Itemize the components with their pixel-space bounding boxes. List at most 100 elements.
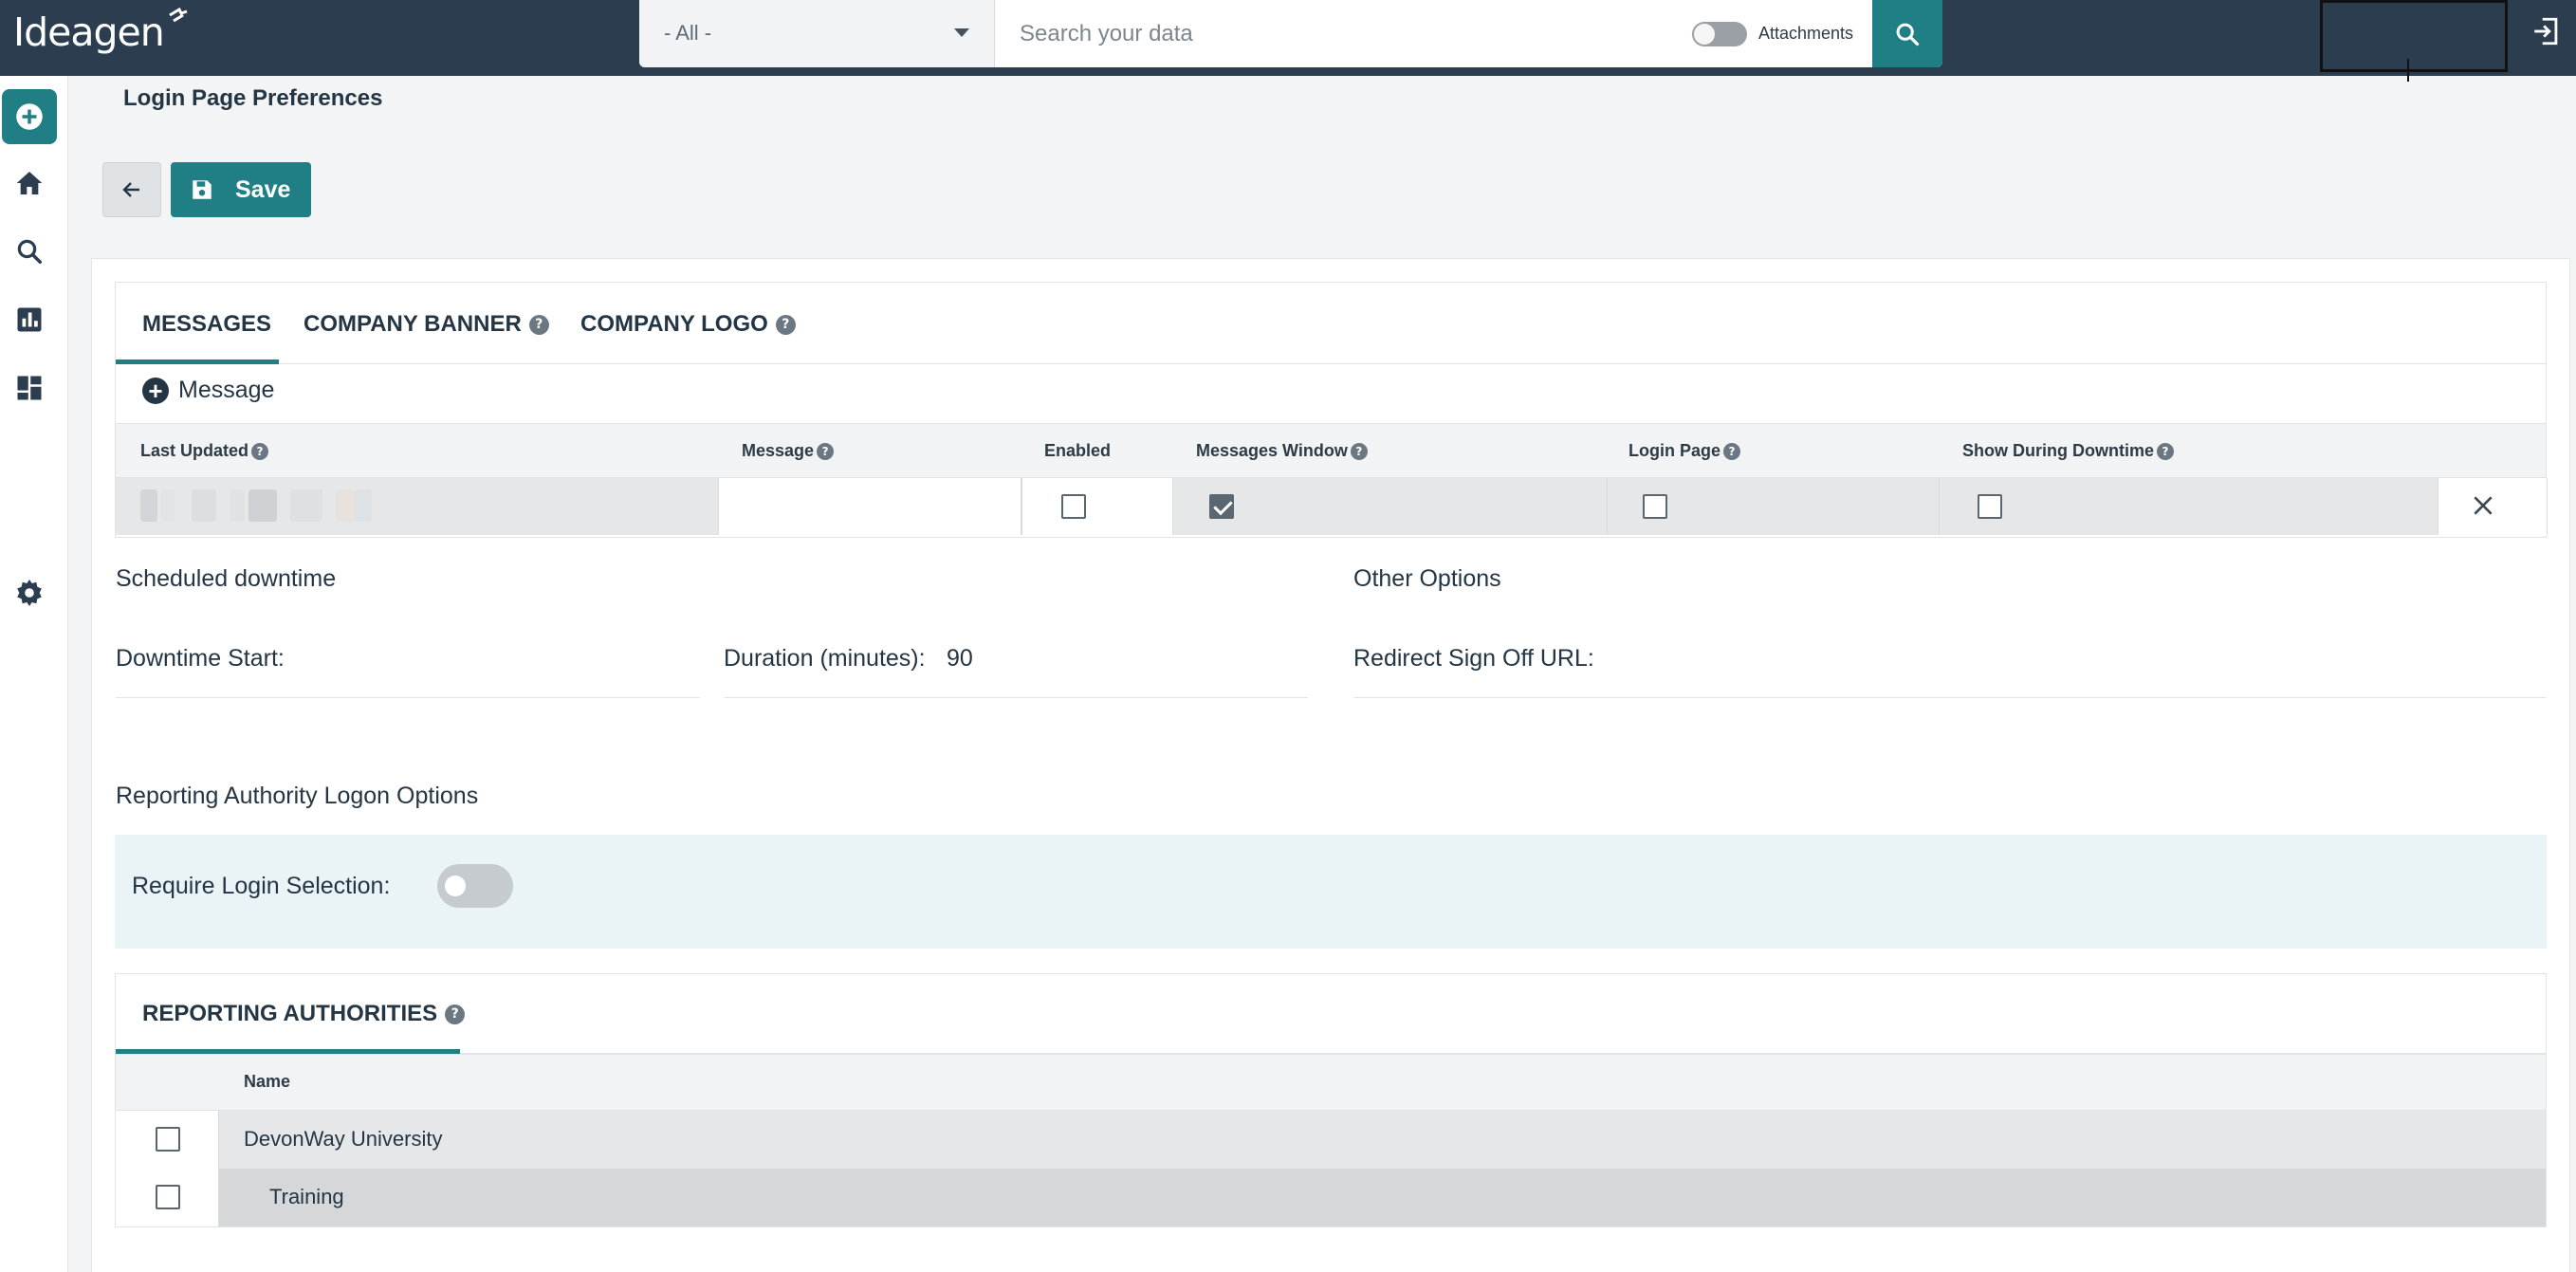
require-login-toggle[interactable] <box>437 864 513 908</box>
gear-icon <box>17 580 42 606</box>
add-message-label: Message <box>178 377 275 403</box>
col-messages-window[interactable]: Messages Window? <box>1196 441 1368 461</box>
show-during-downtime-checkbox[interactable] <box>1978 494 2002 519</box>
field-divider <box>1353 697 2547 698</box>
tab-company-banner[interactable]: COMPANY BANNER ? <box>304 311 549 338</box>
floppy-disk-icon <box>193 180 212 199</box>
attachments-toggle-group: Attachments <box>1692 0 1872 67</box>
duration-field[interactable]: 90 <box>947 645 973 673</box>
duration-label: Duration (minutes): <box>724 645 926 672</box>
col-login-page-label: Login Page <box>1628 441 1721 460</box>
bar-chart-icon <box>17 307 42 332</box>
message-cell[interactable] <box>718 478 1021 535</box>
login-page-checkbox[interactable] <box>1643 494 1667 519</box>
user-menu[interactable] <box>2320 0 2508 72</box>
plus-circle-icon <box>16 103 43 130</box>
require-login-row: Require Login Selection: <box>115 835 2547 949</box>
attachments-toggle[interactable] <box>1692 21 1747 46</box>
authority-name: DevonWay University <box>244 1127 443 1151</box>
reporting-tabs: REPORTING AUTHORITIES ? <box>116 974 2546 1054</box>
back-button[interactable] <box>102 162 161 217</box>
active-tab-indicator <box>116 359 279 364</box>
tab-messages-label: MESSAGES <box>142 311 272 337</box>
dashboard-nav-button[interactable] <box>13 372 46 404</box>
messages-table-header: Last Updated? Message? Enabled Messages … <box>116 423 2546 478</box>
ideagen-logo[interactable]: Ideagen <box>13 7 191 63</box>
logo-mark-icon <box>168 7 188 23</box>
tab-reporting-authorities-label: REPORTING AUTHORITIES <box>142 1001 438 1026</box>
save-button[interactable]: Save <box>171 162 311 217</box>
col-name-label: Name <box>244 1072 291 1091</box>
enabled-checkbox[interactable] <box>1061 494 1086 519</box>
col-last-updated[interactable]: Last Updated? <box>140 441 269 461</box>
field-divider <box>116 697 700 698</box>
other-options-heading: Other Options <box>1353 565 1501 592</box>
home-icon <box>16 172 43 194</box>
table-row <box>116 478 2548 535</box>
messages-tabs: MESSAGES COMPANY BANNER ? COMPANY LOGO ? <box>116 283 2546 364</box>
col-login-page[interactable]: Login Page? <box>1628 441 1741 461</box>
search-input[interactable] <box>995 0 1692 67</box>
col-message[interactable]: Message? <box>742 441 835 461</box>
search-scope-select[interactable]: - All - <box>639 0 995 67</box>
help-icon[interactable]: ? <box>1350 442 1368 460</box>
search-nav-button[interactable] <box>13 235 46 267</box>
col-message-label: Message <box>742 441 815 460</box>
col-show-during-downtime-label: Show During Downtime <box>1962 441 2154 460</box>
add-message-button[interactable]: + Message <box>142 377 274 404</box>
tab-company-logo-label: COMPANY LOGO <box>580 311 768 337</box>
row-checkbox[interactable] <box>156 1127 180 1152</box>
col-last-updated-label: Last Updated <box>140 441 249 460</box>
arrow-left-icon <box>122 182 139 197</box>
table-row: DevonWay University <box>116 1111 2546 1169</box>
help-icon[interactable]: ? <box>2157 442 2174 460</box>
delete-cell <box>2438 478 2548 535</box>
help-icon[interactable]: ? <box>528 314 549 335</box>
tab-messages[interactable]: MESSAGES <box>142 311 271 338</box>
page-title: Login Page Preferences <box>123 85 383 111</box>
redirect-url-label: Redirect Sign Off URL: <box>1353 645 1594 672</box>
help-icon[interactable]: ? <box>775 314 796 335</box>
brand-name: Ideagen <box>13 9 165 55</box>
authorities-table-header: Name <box>116 1054 2546 1111</box>
downtime-start-field[interactable] <box>313 645 692 673</box>
scheduled-downtime-heading: Scheduled downtime <box>116 565 337 592</box>
reporting-options-heading: Reporting Authority Logon Options <box>116 783 479 809</box>
help-icon[interactable]: ? <box>251 442 269 460</box>
create-new-button[interactable] <box>2 89 57 144</box>
global-search: - All - Attachments <box>639 0 1942 67</box>
plus-circle-icon: + <box>142 377 169 404</box>
search-icon <box>1896 23 1920 46</box>
require-login-label: Require Login Selection: <box>132 873 391 899</box>
col-enabled[interactable]: Enabled <box>1044 441 1111 461</box>
messages-window-checkbox[interactable] <box>1209 494 1234 519</box>
reporting-authorities-panel: REPORTING AUTHORITIES ? Name DevonWay Un… <box>115 973 2547 1227</box>
col-enabled-label: Enabled <box>1044 441 1112 460</box>
col-show-during-downtime[interactable]: Show During Downtime? <box>1962 441 2174 461</box>
logout-icon <box>2534 17 2558 46</box>
col-name[interactable]: Name <box>244 1072 290 1092</box>
redirect-url-field[interactable] <box>1593 645 2447 673</box>
home-nav-button[interactable] <box>13 167 46 199</box>
col-messages-window-label: Messages Window <box>1196 441 1348 460</box>
left-sidebar <box>0 76 68 1272</box>
reports-nav-button[interactable] <box>13 304 46 336</box>
help-icon[interactable]: ? <box>445 1004 466 1024</box>
settings-nav-button[interactable] <box>13 577 46 609</box>
attachments-label: Attachments <box>1758 24 1854 43</box>
save-label: Save <box>235 175 291 203</box>
chevron-down-icon <box>954 28 969 37</box>
redacted-date <box>140 489 463 522</box>
help-icon[interactable]: ? <box>817 442 835 460</box>
mouse-cursor <box>2407 59 2409 82</box>
search-button[interactable] <box>1872 0 1942 67</box>
row-checkbox[interactable] <box>156 1185 180 1209</box>
downtime-start-label: Downtime Start: <box>116 645 285 672</box>
logout-button[interactable] <box>2530 15 2563 52</box>
table-row: Training <box>116 1169 2546 1226</box>
tab-company-logo[interactable]: COMPANY LOGO ? <box>580 311 796 338</box>
dashboard-icon <box>17 376 42 400</box>
close-icon[interactable] <box>2471 493 2495 518</box>
help-icon[interactable]: ? <box>1723 442 1741 460</box>
tab-reporting-authorities[interactable]: REPORTING AUTHORITIES ? <box>142 1001 466 1027</box>
